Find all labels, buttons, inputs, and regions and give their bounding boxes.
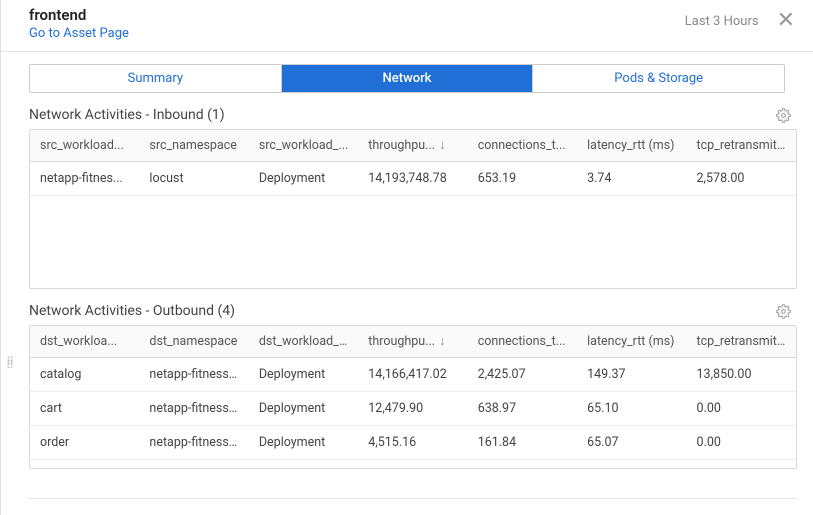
table-cell: 149.37 — [577, 358, 686, 392]
asset-page-link[interactable]: Go to Asset Page — [29, 26, 129, 41]
table-cell: 13,850.00 — [687, 358, 796, 392]
col-latency[interactable]: latency_rtt (ms) — [577, 326, 686, 358]
table-cell: 2,425.07 — [468, 358, 577, 392]
table-cell: Deployment — [249, 392, 358, 426]
table-cell: 3.74 — [577, 162, 686, 196]
table-row[interactable]: cartnetapp-fitness-...Deployment12,479.9… — [30, 392, 796, 426]
table-cell: 14,166,417.02 — [358, 358, 467, 392]
drag-handle-icon[interactable]: ⠿⠿ — [6, 360, 15, 368]
table-cell: 638.97 — [468, 392, 577, 426]
tab-network[interactable]: Network — [281, 65, 533, 92]
col-throughput-label: throughpu... — [368, 334, 435, 349]
table-cell: Deployment — [249, 162, 358, 196]
tab-bar: Summary Network Pods & Storage — [29, 64, 785, 93]
col-src-workload[interactable]: src_workload... — [30, 130, 139, 162]
table-cell: 65.10 — [577, 392, 686, 426]
col-latency[interactable]: latency_rtt (ms) — [577, 130, 686, 162]
table-cell: catalog — [30, 358, 139, 392]
outbound-title: Network Activities - Outbound (4) — [29, 303, 235, 319]
table-cell: 161.84 — [468, 426, 577, 460]
table-cell: 65.07 — [577, 426, 686, 460]
table-cell: Deployment — [249, 358, 358, 392]
col-connections[interactable]: connections_t... — [468, 326, 577, 358]
table-cell: 4,515.16 — [358, 426, 467, 460]
tab-pods-storage[interactable]: Pods & Storage — [532, 65, 784, 92]
table-cell: order — [30, 426, 139, 460]
close-icon[interactable]: ✕ — [777, 10, 795, 32]
table-cell: netapp-fitness-... — [139, 426, 248, 460]
col-src-workload-type[interactable]: src_workload_... — [249, 130, 358, 162]
table-cell: 653.19 — [468, 162, 577, 196]
table-cell: 0.00 — [687, 426, 796, 460]
table-cell: 12,479.90 — [358, 392, 467, 426]
outbound-table: dst_workloa... dst_namespace dst_workloa… — [29, 325, 797, 469]
col-connections[interactable]: connections_t... — [468, 130, 577, 162]
inbound-section: Network Activities - Inbound (1) src_wor… — [29, 107, 797, 289]
panel-header: frontend Go to Asset Page Last 3 Hours ✕ — [1, 0, 813, 52]
page-title: frontend — [29, 6, 129, 24]
col-dst-workload[interactable]: dst_workloa... — [30, 326, 139, 358]
table-row[interactable]: netapp-fitnes...locustDeployment14,193,7… — [30, 162, 796, 196]
col-retransmit[interactable]: tcp_retransmit... — [687, 130, 796, 162]
gear-icon[interactable] — [776, 108, 791, 123]
sort-desc-icon: ↓ — [439, 334, 445, 349]
col-dst-namespace[interactable]: dst_namespace — [139, 326, 248, 358]
table-cell: netapp-fitness-... — [139, 392, 248, 426]
table-row[interactable]: ordernetapp-fitness-...Deployment4,515.1… — [30, 426, 796, 460]
tab-summary[interactable]: Summary — [30, 65, 281, 92]
table-cell: locust — [139, 162, 248, 196]
table-cell: cart — [30, 392, 139, 426]
col-src-namespace[interactable]: src_namespace — [139, 130, 248, 162]
col-dst-workload-type[interactable]: dst_workload_... — [249, 326, 358, 358]
details-panel: frontend Go to Asset Page Last 3 Hours ✕… — [0, 0, 813, 515]
table-cell: netapp-fitnes... — [30, 162, 139, 196]
table-cell: 0.00 — [687, 392, 796, 426]
table-cell: 14,193,748.78 — [358, 162, 467, 196]
table-row[interactable]: catalognetapp-fitness-...Deployment14,16… — [30, 358, 796, 392]
table-cell: netapp-fitness-... — [139, 358, 248, 392]
col-throughput[interactable]: throughpu... ↓ — [358, 130, 467, 162]
time-range-label: Last 3 Hours — [685, 14, 759, 29]
col-throughput-label: throughpu... — [368, 138, 435, 153]
outbound-section: Network Activities - Outbound (4) dst_wo… — [29, 303, 797, 469]
col-throughput[interactable]: throughpu... ↓ — [358, 326, 467, 358]
table-cell: 2,578.00 — [687, 162, 796, 196]
table-cell: Deployment — [249, 426, 358, 460]
gear-icon[interactable] — [776, 304, 791, 319]
sort-desc-icon: ↓ — [439, 138, 445, 153]
inbound-table: src_workload... src_namespace src_worklo… — [29, 129, 797, 289]
footer-divider — [28, 498, 797, 499]
inbound-title: Network Activities - Inbound (1) — [29, 107, 225, 123]
col-retransmit[interactable]: tcp_retransmit... — [687, 326, 796, 358]
